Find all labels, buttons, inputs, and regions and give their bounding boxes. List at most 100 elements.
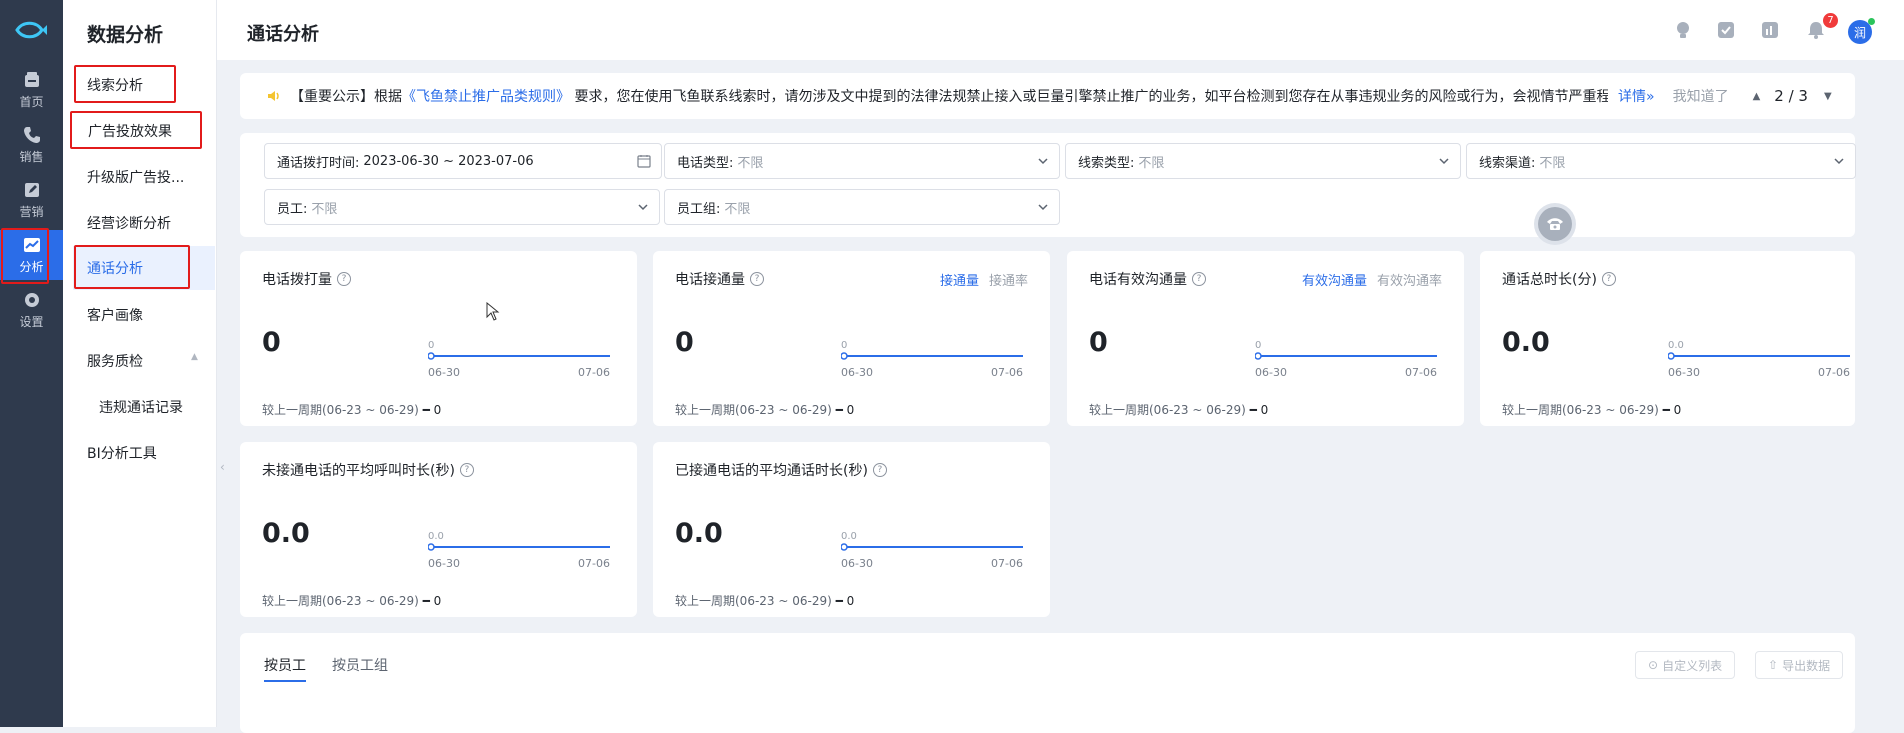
speaker-icon [268, 91, 279, 101]
dismiss-link[interactable]: 我知道了 [1673, 86, 1729, 106]
subnav-item-service-qa[interactable]: 服务质检 [87, 351, 143, 371]
filter-panel: 通话拨打时间: 2023-06-30 ~ 2023-07-06 电话类型: 不限… [240, 133, 1856, 237]
x-axis-start: 06-30 [1668, 366, 1700, 379]
highlight-box [1, 228, 49, 284]
help-icon[interactable]: ? [1601, 272, 1616, 286]
chevron-down-icon [1439, 158, 1449, 165]
dashboard-icon[interactable] [1760, 20, 1780, 40]
x-axis-start: 06-30 [841, 366, 873, 379]
help-icon[interactable]: ? [459, 463, 474, 477]
filter-value: 不限 [724, 201, 751, 217]
tab-connected-count[interactable]: 接通量 [940, 274, 979, 289]
filter-label: 员工: [277, 201, 308, 217]
rail-item-marketing[interactable]: 营销 [0, 175, 63, 225]
phone-type-filter[interactable]: 电话类型: 不限 [664, 143, 1060, 179]
metric-card: 未接通电话的平均呼叫时长(秒)? 0.0 0.0 06-30 07-06 较上一… [240, 442, 637, 617]
employee-group-filter[interactable]: 员工组: 不限 [664, 189, 1060, 225]
help-icon[interactable]: ? [1192, 272, 1206, 286]
spark-label: 0 [428, 340, 434, 351]
tab-connected-rate[interactable]: 接通率 [989, 274, 1028, 289]
filter-value: 不限 [737, 155, 764, 171]
subnav-item-customer-profile[interactable]: 客户画像 [87, 305, 143, 325]
floating-phone-button[interactable] [1538, 207, 1572, 241]
employee-filter[interactable]: 员工: 不限 [264, 189, 660, 225]
sparkline: 0.0 06-30 07-06 [841, 531, 1023, 570]
top-header: 通话分析 [217, 0, 1904, 60]
task-check-icon[interactable] [1716, 20, 1736, 40]
help-icon[interactable]: ? [750, 272, 764, 286]
comparison-text: 较上一周期(06-23 ~ 06-29) ━ 0 [262, 401, 441, 418]
edit-icon [24, 183, 39, 197]
filter-value: 不限 [1138, 155, 1165, 171]
subnav-item-bi-tools[interactable]: BI分析工具 [87, 443, 157, 463]
chevron-down-icon [1038, 204, 1048, 211]
rules-link[interactable]: 《飞鱼禁止推广品类规则》 [402, 89, 570, 105]
announcement-text: 【重要公示】根据《飞鱼禁止推广品类规则》 要求，您在使用飞鱼联系线索时，请勿涉及… [290, 86, 1608, 106]
export-button[interactable]: ⇧ 导出数据 [1755, 651, 1844, 679]
comparison-text: 较上一周期(06-23 ~ 06-29) ━ 0 [675, 592, 854, 609]
card-title: 已接通电话的平均通话时长(秒)? [675, 460, 887, 480]
rail-item-sales[interactable]: 销售 [0, 120, 63, 170]
highlight-box [70, 111, 202, 149]
comparison-value: ━ 0 [1662, 403, 1682, 417]
card-title: 通话总时长(分)? [1502, 269, 1616, 289]
rail-label: 营销 [19, 205, 44, 219]
fish-logo-icon[interactable] [14, 16, 48, 44]
rail-label: 设置 [19, 315, 44, 329]
help-icon[interactable]: ? [337, 272, 351, 286]
lightbulb-icon[interactable] [1673, 20, 1693, 40]
comparison-value: ━ 0 [835, 403, 855, 417]
collapse-up-icon[interactable]: ▲ [191, 352, 198, 362]
comparison-value: ━ 0 [422, 594, 442, 608]
filter-label: 线索渠道: [1479, 155, 1536, 171]
next-announcement-icon[interactable]: ▼ [1824, 91, 1832, 102]
metric-card: 通话总时长(分)? 0.0 0.0 06-30 07-06 较上一周期(06-2… [1480, 251, 1855, 426]
card-title-text: 电话拨打量 [262, 272, 332, 288]
subnav-item-violation-records[interactable]: 违规通话记录 [99, 397, 183, 417]
rail-label: 销售 [19, 150, 44, 164]
help-icon[interactable]: ? [872, 463, 887, 477]
x-axis-start: 06-30 [428, 557, 460, 570]
comparison-label: 较上一周期(06-23 ~ 06-29) [675, 594, 832, 608]
comparison-label: 较上一周期(06-23 ~ 06-29) [1089, 403, 1246, 417]
spark-label: 0.0 [428, 531, 444, 542]
announcement-page: 2 / 3 [1774, 87, 1808, 105]
calendar-icon [637, 155, 651, 168]
prev-announcement-icon[interactable]: ▲ [1753, 91, 1761, 102]
collapse-sidebar-icon[interactable]: ‹ [220, 460, 225, 474]
detail-link[interactable]: 详情» [1618, 86, 1655, 106]
custom-columns-button[interactable]: ⊙ 自定义列表 [1635, 651, 1736, 679]
tab-effective-count[interactable]: 有效沟通量 [1302, 274, 1367, 289]
card-title: 电话接通量? [675, 269, 764, 289]
date-range-filter[interactable]: 通话拨打时间: 2023-06-30 ~ 2023-07-06 [264, 143, 662, 179]
x-axis-end: 07-06 [578, 366, 610, 379]
sparkline: 0 06-30 07-06 [428, 340, 610, 379]
metric-card: 电话有效沟通量? 有效沟通量 有效沟通率 0 0 06-30 07-06 较上一周… [1067, 251, 1464, 426]
subnav-item-upgraded-ads[interactable]: 升级版广告投... [87, 167, 184, 187]
highlight-box [74, 245, 190, 289]
lead-type-filter[interactable]: 线索类型: 不限 [1065, 143, 1461, 179]
page-title: 通话分析 [247, 24, 319, 45]
sparkline: 0 06-30 07-06 [841, 340, 1023, 379]
telephone-icon [1547, 218, 1563, 230]
subnav-item-business-diagnosis[interactable]: 经营诊断分析 [87, 213, 171, 233]
highlight-box [74, 65, 176, 103]
rail-item-home[interactable]: 首页 [0, 65, 63, 115]
tab-by-employee[interactable]: 按员工 [264, 655, 306, 682]
chevron-down-icon [1038, 158, 1048, 165]
custom-columns-label: 自定义列表 [1662, 658, 1723, 673]
lead-channel-filter[interactable]: 线索渠道: 不限 [1466, 143, 1856, 179]
spark-label: 0 [1255, 340, 1261, 351]
settings-circle-icon: ⊙ [1648, 658, 1659, 672]
tab-effective-rate[interactable]: 有效沟通率 [1377, 274, 1442, 289]
metric-value: 0 [1089, 327, 1108, 358]
rail-item-settings[interactable]: 设置 [0, 285, 63, 335]
x-axis-end: 07-06 [1818, 366, 1850, 379]
x-axis-end: 07-06 [578, 557, 610, 570]
comparison-label: 较上一周期(06-23 ~ 06-29) [675, 403, 832, 417]
filter-label: 电话类型: [677, 155, 734, 171]
tab-by-employee-group[interactable]: 按员工组 [332, 655, 388, 675]
card-title: 电话拨打量? [262, 269, 351, 289]
filter-value: 不限 [1539, 155, 1566, 171]
export-label: 导出数据 [1782, 658, 1831, 673]
